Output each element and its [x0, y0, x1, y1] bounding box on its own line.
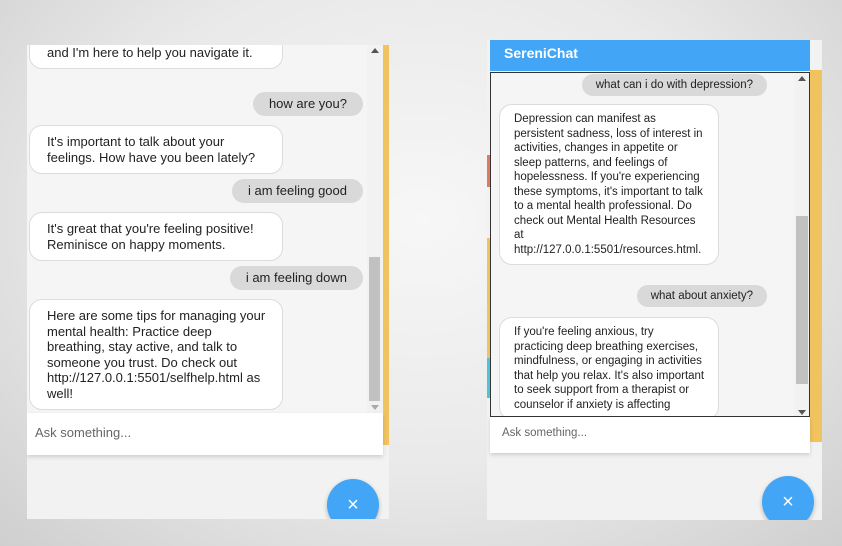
user-message: what can i do with depression?	[581, 74, 767, 96]
close-chat-button[interactable]: ×	[327, 479, 379, 519]
right-chat-log: what can i do with depression? Depressio…	[490, 72, 810, 417]
scroll-up-arrow-icon[interactable]	[371, 48, 379, 53]
right-accent-bar	[810, 70, 822, 442]
right-message-input[interactable]	[502, 427, 792, 439]
scroll-down-arrow-icon[interactable]	[798, 410, 806, 415]
scroll-up-arrow-icon[interactable]	[798, 76, 806, 81]
left-message-input-bar	[27, 413, 383, 455]
user-message: what about anxiety?	[636, 285, 767, 307]
bot-message: If you're feeling anxious, try practicin…	[499, 317, 719, 416]
bot-message: Here are some tips for managing your men…	[29, 299, 283, 410]
user-message: how are you?	[252, 92, 363, 116]
chat-title: SereniChat	[504, 45, 578, 61]
bot-message: It's great that you're feeling positive!…	[29, 212, 283, 261]
scrollbar-thumb[interactable]	[369, 257, 380, 401]
user-message: i am feeling good	[231, 179, 363, 203]
left-chat-window: have. Your well-being is important, and …	[27, 45, 389, 519]
right-chat-window: SereniChat what can i do with depression…	[487, 40, 822, 520]
scroll-down-arrow-icon[interactable]	[371, 405, 379, 410]
scrollbar-thumb[interactable]	[796, 216, 808, 384]
close-icon: ×	[782, 491, 794, 513]
right-scrollbar[interactable]	[794, 73, 809, 416]
bot-message: have. Your well-being is important, and …	[29, 45, 283, 69]
close-icon: ×	[347, 494, 359, 516]
close-chat-button[interactable]: ×	[762, 476, 814, 520]
left-chat-log: have. Your well-being is important, and …	[27, 45, 383, 413]
chat-header: SereniChat	[490, 40, 810, 71]
left-scrollbar[interactable]	[367, 45, 383, 413]
bot-message: It's important to talk about your feelin…	[29, 125, 283, 174]
left-accent-bar	[383, 45, 389, 445]
left-message-input[interactable]	[35, 425, 355, 440]
bot-message: Depression can manifest as persistent sa…	[499, 104, 719, 265]
user-message: i am feeling down	[229, 266, 363, 290]
right-message-input-bar	[490, 417, 810, 453]
